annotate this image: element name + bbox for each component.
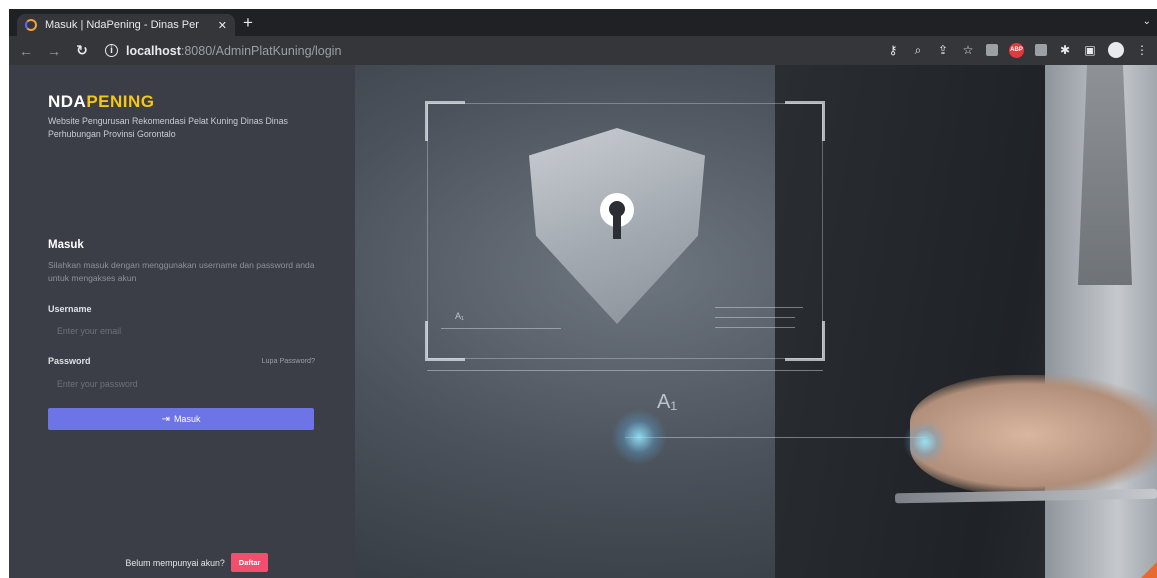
login-title: Masuk xyxy=(48,239,84,251)
profile-icon[interactable] xyxy=(1108,42,1124,58)
hud-line xyxy=(715,317,795,318)
hud-line xyxy=(625,437,925,438)
adblock-icon[interactable]: ABP xyxy=(1009,42,1024,58)
hud-line xyxy=(715,307,803,308)
login-panel: NDAPENING Website Pengurusan Rekomendasi… xyxy=(9,65,355,578)
brand-logo: NDAPENING xyxy=(48,92,155,112)
brand-part-1: NDA xyxy=(48,92,87,111)
keyhole-stem xyxy=(613,213,621,239)
hud-corner xyxy=(425,321,465,361)
browser-toolbar: ← → ↻ i localhost :8080/AdminPlatKuning/… xyxy=(9,36,1157,65)
tab-title: Masuk | NdaPening - Dinas Per xyxy=(45,19,199,31)
hud-corner xyxy=(785,101,825,141)
key-icon[interactable]: ⚷ xyxy=(886,42,900,58)
brand-part-2: PENING xyxy=(86,92,155,111)
brand-tagline: Website Pengurusan Rekomendasi Pelat Kun… xyxy=(48,116,288,139)
extension-icon[interactable] xyxy=(986,44,998,56)
forgot-password-link[interactable]: Lupa Password? xyxy=(209,356,315,365)
menu-icon[interactable]: ⋮ xyxy=(1135,42,1149,58)
username-label: Username xyxy=(48,304,92,314)
hud-line xyxy=(715,327,795,328)
signup-prompt: Belum mempunyai akun? xyxy=(125,557,225,568)
password-input[interactable] xyxy=(48,373,314,395)
login-description: Silahkan masuk dengan menggunakan userna… xyxy=(48,260,315,283)
sidepanel-icon[interactable]: ▣ xyxy=(1083,42,1097,58)
forward-arrow-icon[interactable]: → xyxy=(43,43,65,59)
url-host: localhost xyxy=(126,43,181,58)
tab-search-icon[interactable]: ⌄ xyxy=(1143,16,1151,27)
login-button-label: Masuk xyxy=(173,414,201,424)
hud-line xyxy=(441,328,561,329)
page-content: NDAPENING Website Pengurusan Rekomendasi… xyxy=(9,65,1157,578)
login-icon: ⇥ xyxy=(161,413,170,425)
url-path: :8080/AdminPlatKuning/login xyxy=(180,43,342,58)
hud-corner xyxy=(425,101,465,141)
toolbar-icons: ⚷ ⌕ ⇪ ☆ ABP ✱ ▣ ⋮ xyxy=(886,42,1149,58)
hud-line xyxy=(427,370,823,371)
share-icon[interactable]: ⇪ xyxy=(936,42,950,58)
hud-label-large: A₁ xyxy=(657,391,678,413)
site-info-icon[interactable]: i xyxy=(105,44,118,57)
login-button[interactable]: ⇥ Masuk xyxy=(48,408,314,430)
puzzle-icon[interactable]: ✱ xyxy=(1058,42,1072,58)
password-label: Password xyxy=(48,356,91,366)
username-input[interactable] xyxy=(48,320,314,342)
hero-hand xyxy=(910,375,1157,495)
browser-window: Masuk | NdaPening - Dinas Per ✕ + ⌄ ← → … xyxy=(9,9,1157,578)
hud-label-small: A₁ xyxy=(455,311,465,321)
hero-image: A₁ A₁ xyxy=(355,65,1157,578)
extension-icon[interactable] xyxy=(1035,44,1047,56)
site-favicon-icon xyxy=(25,19,37,31)
signup-row: Belum mempunyai akun? Daftar xyxy=(9,553,355,572)
star-icon[interactable]: ☆ xyxy=(961,42,975,58)
tab-close-icon[interactable]: ✕ xyxy=(218,19,227,32)
zoom-icon[interactable]: ⌕ xyxy=(911,42,925,58)
browser-tab-active[interactable]: Masuk | NdaPening - Dinas Per ✕ xyxy=(17,14,235,36)
new-tab-button[interactable]: + xyxy=(243,14,253,32)
hud-glow xyxy=(611,409,667,465)
tab-strip: Masuk | NdaPening - Dinas Per ✕ + ⌄ xyxy=(9,9,1157,36)
hud-glow xyxy=(903,420,947,464)
reload-icon[interactable]: ↻ xyxy=(71,42,93,59)
back-arrow-icon[interactable]: ← xyxy=(15,43,37,59)
signup-button[interactable]: Daftar xyxy=(230,553,269,572)
